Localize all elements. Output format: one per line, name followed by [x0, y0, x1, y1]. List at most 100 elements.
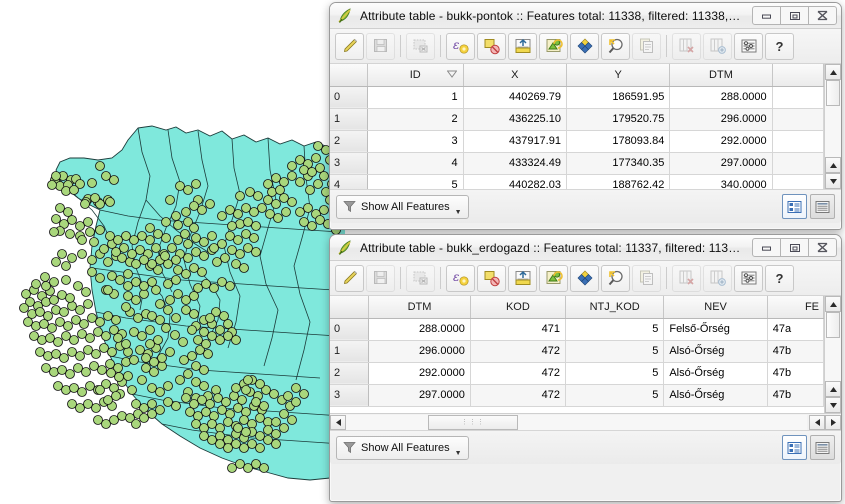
pan-map-to-selection-icon[interactable] [570, 264, 599, 292]
cell-x[interactable]: 433324.49 [463, 152, 567, 175]
cell-y[interactable]: 178093.84 [566, 130, 671, 153]
help-icon[interactable]: ? [765, 264, 794, 292]
scroll-trough[interactable] [825, 80, 841, 157]
table-row[interactable]: 2 3 437917.91 178093.84 292.0000 [330, 130, 824, 153]
cell-y[interactable]: 177340.35 [566, 152, 671, 175]
move-selection-to-top-icon[interactable] [508, 264, 537, 292]
table-view-icon[interactable] [782, 194, 807, 219]
cell-dtm[interactable]: 297.0000 [669, 152, 773, 175]
table-row[interactable]: 4 5 440282.03 188762.42 340.0000 [330, 174, 824, 189]
column-header-x[interactable]: X [463, 64, 567, 87]
cell-dtm[interactable]: 297.0000 [368, 384, 471, 407]
attribute-table-toolbar[interactable]: ε ? [330, 29, 841, 64]
cell-dtm[interactable]: 340.0000 [669, 174, 773, 189]
scroll-thumb[interactable] [826, 80, 840, 106]
cell-kod[interactable]: 472 [470, 340, 566, 363]
cell-fe[interactable]: 47b [767, 362, 824, 385]
select-by-expression-icon[interactable]: ε [446, 264, 475, 292]
cell-fe[interactable]: 47b [767, 384, 824, 407]
move-selection-to-top-icon[interactable] [508, 32, 537, 60]
cell-ntj-kod[interactable]: 5 [565, 340, 665, 363]
column-header-dtm[interactable]: DTM [368, 296, 471, 319]
window-titlebar[interactable]: Attribute table - bukk_erdogazd :: Featu… [330, 235, 841, 261]
column-header-kod[interactable]: KOD [470, 296, 566, 319]
zoom-map-to-selection-icon[interactable] [601, 264, 630, 292]
minimize-button[interactable] [752, 6, 781, 25]
table-row[interactable]: 2 292.0000 472 5 Alsó-Őrség 47b [330, 362, 824, 385]
window-controls[interactable] [752, 238, 837, 257]
scroll-up-button[interactable] [825, 296, 841, 312]
scroll-down-button[interactable] [825, 173, 841, 189]
column-header-dtm[interactable]: DTM [669, 64, 773, 87]
scroll-page-up-button[interactable] [825, 157, 841, 173]
cell-x[interactable]: 440269.79 [463, 86, 567, 109]
save-edits-icon[interactable] [366, 264, 395, 292]
cell-blank[interactable] [772, 108, 824, 131]
unselect-invert-icon[interactable] [477, 264, 506, 292]
restore-button[interactable] [780, 6, 809, 25]
cell-y[interactable]: 179520.75 [566, 108, 671, 131]
cell-blank[interactable] [772, 152, 824, 175]
attribute-table-window-bukk-erdogazd[interactable]: Attribute table - bukk_erdogazd :: Featu… [329, 234, 842, 502]
cell-fe[interactable]: 47b [767, 340, 824, 363]
vertical-scrollbar[interactable] [824, 64, 841, 189]
cell-x[interactable]: 437917.91 [463, 130, 567, 153]
h-scroll-trough[interactable]: ⋮⋮⋮ [346, 414, 807, 430]
scroll-page-right-button[interactable] [809, 414, 825, 430]
new-column-icon[interactable] [703, 264, 732, 292]
scroll-down-button[interactable] [825, 397, 841, 413]
header-corner[interactable] [330, 64, 368, 87]
column-header-fe[interactable]: FE [767, 296, 824, 319]
cell-kod[interactable]: 472 [470, 362, 566, 385]
row-index[interactable]: 4 [330, 174, 368, 189]
window-titlebar[interactable]: Attribute table - bukk-pontok :: Feature… [330, 3, 841, 29]
cell-blank[interactable] [772, 174, 824, 189]
delete-column-icon[interactable] [672, 32, 701, 60]
column-header-nev[interactable]: NEV [663, 296, 768, 319]
toggle-editing-icon[interactable] [335, 32, 364, 60]
cell-y[interactable]: 188762.42 [566, 174, 671, 189]
cell-id[interactable]: 3 [367, 130, 464, 153]
invert-selection-icon[interactable] [539, 32, 568, 60]
cell-y[interactable]: 186591.95 [566, 86, 671, 109]
cell-dtm[interactable]: 296.0000 [669, 108, 773, 131]
invert-selection-icon[interactable] [539, 264, 568, 292]
view-mode-toggle[interactable] [779, 194, 835, 219]
table-row[interactable]: 0 1 440269.79 186591.95 288.0000 [330, 86, 824, 109]
header-corner[interactable] [330, 296, 370, 319]
cell-id[interactable]: 5 [367, 174, 464, 189]
cell-dtm[interactable]: 288.0000 [669, 86, 773, 109]
cell-dtm[interactable]: 292.0000 [368, 362, 471, 385]
form-view-icon[interactable] [810, 435, 835, 460]
unselect-invert-icon[interactable] [477, 32, 506, 60]
new-column-icon[interactable] [703, 32, 732, 60]
close-button[interactable] [808, 6, 837, 25]
column-header-y[interactable]: Y [566, 64, 671, 87]
cell-dtm[interactable]: 288.0000 [368, 318, 471, 341]
table-row[interactable]: 1 2 436225.10 179520.75 296.0000 [330, 108, 824, 131]
cell-ntj-kod[interactable]: 5 [565, 318, 665, 341]
toggle-editing-icon[interactable] [335, 264, 364, 292]
column-header-id[interactable]: ID [367, 64, 464, 87]
attribute-table-toolbar[interactable]: ε ? [330, 261, 841, 296]
minimize-button[interactable] [752, 238, 781, 257]
cell-nev[interactable]: Alsó-Őrség [663, 362, 768, 385]
row-index[interactable]: 0 [330, 86, 368, 109]
horizontal-scrollbar[interactable]: ⋮⋮⋮ [330, 413, 841, 430]
column-header-ntj-kod[interactable]: NTJ_KOD [565, 296, 665, 319]
cell-kod[interactable]: 471 [470, 318, 566, 341]
delete-column-icon[interactable] [672, 264, 701, 292]
row-index[interactable]: 1 [330, 108, 368, 131]
cell-nev[interactable]: Felső-Őrség [663, 318, 768, 341]
organize-columns-icon[interactable] [734, 32, 763, 60]
window-controls[interactable] [752, 6, 837, 25]
cell-blank[interactable] [772, 86, 824, 109]
scroll-up-button[interactable] [825, 64, 841, 80]
table-scroll-area[interactable]: ID X Y DTM 0 1 440269.79 186591.95 288.0… [330, 64, 824, 189]
cell-nev[interactable]: Alsó-Őrség [663, 384, 768, 407]
form-view-icon[interactable] [810, 194, 835, 219]
cell-ntj-kod[interactable]: 5 [565, 384, 665, 407]
attribute-table-window-bukk-pontok[interactable]: Attribute table - bukk-pontok :: Feature… [329, 2, 842, 230]
table-scroll-area[interactable]: DTM KOD NTJ_KOD NEV FE 0 288.0000 471 5 … [330, 296, 824, 413]
cell-id[interactable]: 2 [367, 108, 464, 131]
